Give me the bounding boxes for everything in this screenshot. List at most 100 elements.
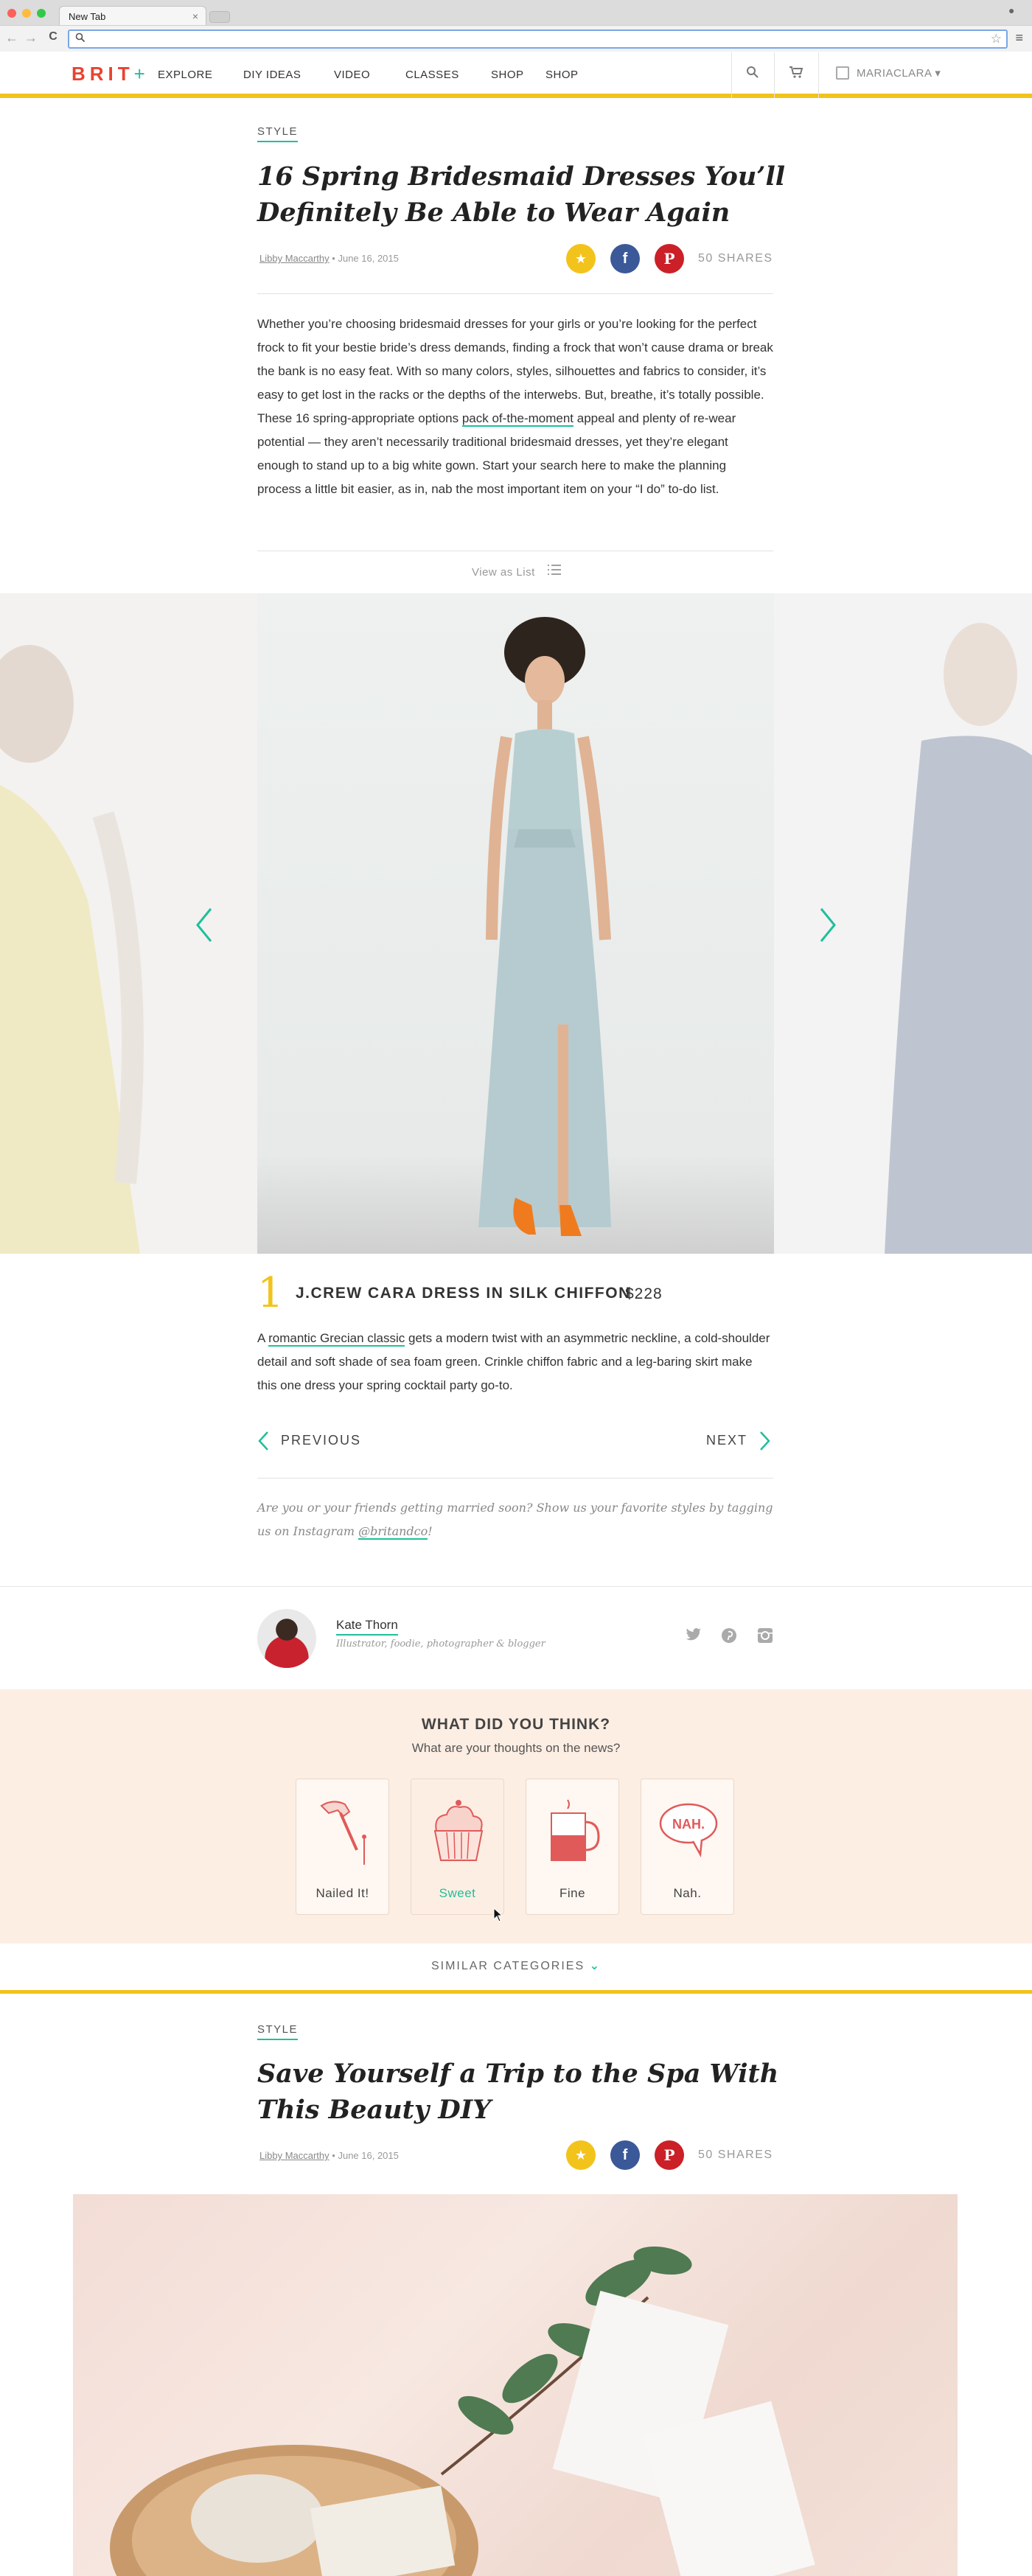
facebook-share-icon[interactable]: f xyxy=(610,244,640,273)
search-icon[interactable] xyxy=(746,66,759,83)
browser-chrome: New Tab × ● ← → C ☆ ≡ xyxy=(0,0,1032,52)
nav-shop[interactable]: SHOP xyxy=(491,69,524,81)
bubble-text: NAH. xyxy=(672,1817,705,1832)
user-avatar[interactable] xyxy=(836,66,849,80)
feedback-title: WHAT DID YOU THINK? xyxy=(421,1716,611,1733)
mouse-cursor-icon xyxy=(493,1907,503,1922)
inline-link[interactable]: pack of-the-moment xyxy=(461,411,574,427)
nav-classes[interactable]: CLASSES xyxy=(405,69,459,81)
category-link[interactable]: STYLE xyxy=(257,125,299,142)
facebook-share-icon[interactable]: f xyxy=(610,2140,640,2170)
browser-toolbar: ← → C ☆ ≡ xyxy=(0,25,1032,52)
author-name-link[interactable]: Kate Thorn xyxy=(336,1618,398,1636)
article-title: 16 Spring Bridesmaid Dresses You’ll Defi… xyxy=(257,161,786,228)
slide-number: 1 xyxy=(257,1269,284,1317)
reaction-label: Nailed It! xyxy=(315,1886,369,1900)
author-avatar[interactable] xyxy=(257,1609,316,1668)
byline-separator: • xyxy=(332,253,335,264)
forward-icon[interactable]: → xyxy=(24,30,38,46)
nav-explore[interactable]: EXPLORE xyxy=(158,69,212,81)
address-bar[interactable]: ☆ xyxy=(68,29,1008,49)
favorite-star-icon[interactable]: ★ xyxy=(566,244,596,273)
feedback-section: WHAT DID YOU THINK? What are your though… xyxy=(0,1689,1032,1944)
article-intro: Whether you’re choosing bridesmaid dress… xyxy=(257,313,773,501)
note-text: Are you or your friends getting married … xyxy=(257,1501,773,1538)
list-icon[interactable] xyxy=(547,563,562,576)
browser-tab[interactable]: New Tab × xyxy=(59,6,206,26)
previous-button[interactable]: PREVIOUS xyxy=(257,1430,361,1452)
browser-menu-icon[interactable]: ≡ xyxy=(1015,30,1023,46)
desc-text: A xyxy=(257,1331,269,1345)
previous-arrow-icon[interactable] xyxy=(190,903,220,947)
new-tab-button[interactable] xyxy=(209,11,230,23)
note-end: ! xyxy=(428,1524,433,1538)
bookmark-star-icon[interactable]: ☆ xyxy=(991,32,1002,46)
cupcake-icon xyxy=(433,1800,484,1861)
url-input[interactable] xyxy=(69,31,1006,47)
reaction-label: Fine xyxy=(559,1886,586,1900)
next-arrow-icon[interactable] xyxy=(812,903,842,947)
header-divider xyxy=(818,52,819,98)
similar-label: SIMILAR CATEGORIES xyxy=(430,1960,585,1972)
nav-diy-ideas[interactable]: DIY IDEAS xyxy=(243,69,301,81)
reaction-sweet[interactable]: Sweet xyxy=(411,1779,504,1915)
instagram-handle-link[interactable]: @britandco xyxy=(358,1524,428,1540)
product-price: $228 xyxy=(625,1285,663,1302)
author-link[interactable]: Libby Maccarthy xyxy=(259,253,330,264)
brit-logo[interactable]: BRIT+ xyxy=(72,63,145,85)
publish-date: June 16, 2015 xyxy=(338,2150,399,2161)
image-gallery xyxy=(0,593,1032,1254)
user-menu[interactable]: MARIACLARA ▾ xyxy=(857,66,941,80)
pinterest-share-icon[interactable]: P xyxy=(655,2140,684,2170)
tab-close-icon[interactable]: × xyxy=(192,10,198,22)
intro-text: Whether you’re choosing bridesmaid dress… xyxy=(257,317,773,425)
next-label: NEXT xyxy=(706,1432,748,1448)
instagram-icon[interactable] xyxy=(757,1627,773,1644)
product-link[interactable]: romantic Grecian classic xyxy=(268,1331,405,1347)
tab-title: New Tab xyxy=(69,11,106,22)
pinterest-icon[interactable] xyxy=(721,1627,737,1644)
mug-icon xyxy=(551,1799,600,1861)
reaction-label: Nah. xyxy=(673,1886,702,1900)
header-divider xyxy=(774,52,775,98)
site-header: BRIT+ EXPLORE DIY IDEAS VIDEO CLASSES SH… xyxy=(0,52,1032,98)
username-label: MARIACLARA xyxy=(857,67,932,80)
search-icon xyxy=(75,32,86,45)
twitter-icon[interactable] xyxy=(686,1627,702,1642)
author-bio: Illustrator, foodie, photographer & blog… xyxy=(336,1638,545,1650)
next-button[interactable]: NEXT xyxy=(706,1430,771,1452)
nav-shop-2[interactable]: SHOP xyxy=(545,69,579,81)
reaction-nailed-it[interactable]: Nailed It! xyxy=(296,1779,389,1915)
view-as-list-button[interactable]: View as List xyxy=(472,566,535,579)
minimize-window-icon[interactable] xyxy=(22,9,31,18)
favorite-star-icon[interactable]: ★ xyxy=(566,2140,596,2170)
maximize-window-icon[interactable] xyxy=(37,9,46,18)
byline: Libby Maccarthy • June 16, 2015 xyxy=(259,2150,399,2161)
hammer-icon xyxy=(320,1801,366,1865)
pinterest-share-icon[interactable]: P xyxy=(655,244,684,273)
product-image[interactable] xyxy=(257,593,774,1254)
category-link[interactable]: STYLE xyxy=(257,2023,299,2040)
close-window-icon[interactable] xyxy=(7,9,16,18)
divider xyxy=(257,293,773,294)
reaction-fine[interactable]: Fine xyxy=(526,1779,619,1915)
back-icon[interactable]: ← xyxy=(4,30,19,46)
author-link[interactable]: Libby Maccarthy xyxy=(259,2150,330,2161)
share-count: 50 SHARES xyxy=(698,252,773,265)
divider xyxy=(257,1478,773,1479)
nav-video[interactable]: VIDEO xyxy=(334,69,370,81)
reaction-label: Sweet xyxy=(439,1886,476,1900)
cart-icon[interactable] xyxy=(789,66,803,83)
byline: Libby Maccarthy • June 16, 2015 xyxy=(259,253,399,264)
profile-icon[interactable]: ● xyxy=(1008,4,1023,21)
chevron-down-icon: ▾ xyxy=(935,67,941,80)
divider xyxy=(0,1586,1032,1587)
spa-photo xyxy=(110,2246,815,2576)
product-name[interactable]: J.CREW CARA DRESS IN SILK CHIFFON xyxy=(296,1285,631,1302)
reaction-nah[interactable]: NAH. Nah. xyxy=(641,1779,734,1915)
share-count: 50 SHARES xyxy=(698,2149,773,2161)
article-title[interactable]: Save Yourself a Trip to the Spa With Thi… xyxy=(257,2056,788,2128)
article-hero-image[interactable] xyxy=(73,2194,958,2576)
reload-icon[interactable]: C xyxy=(46,30,60,43)
similar-categories-toggle[interactable]: SIMILAR CATEGORIES ⌄ xyxy=(0,1958,1032,1973)
